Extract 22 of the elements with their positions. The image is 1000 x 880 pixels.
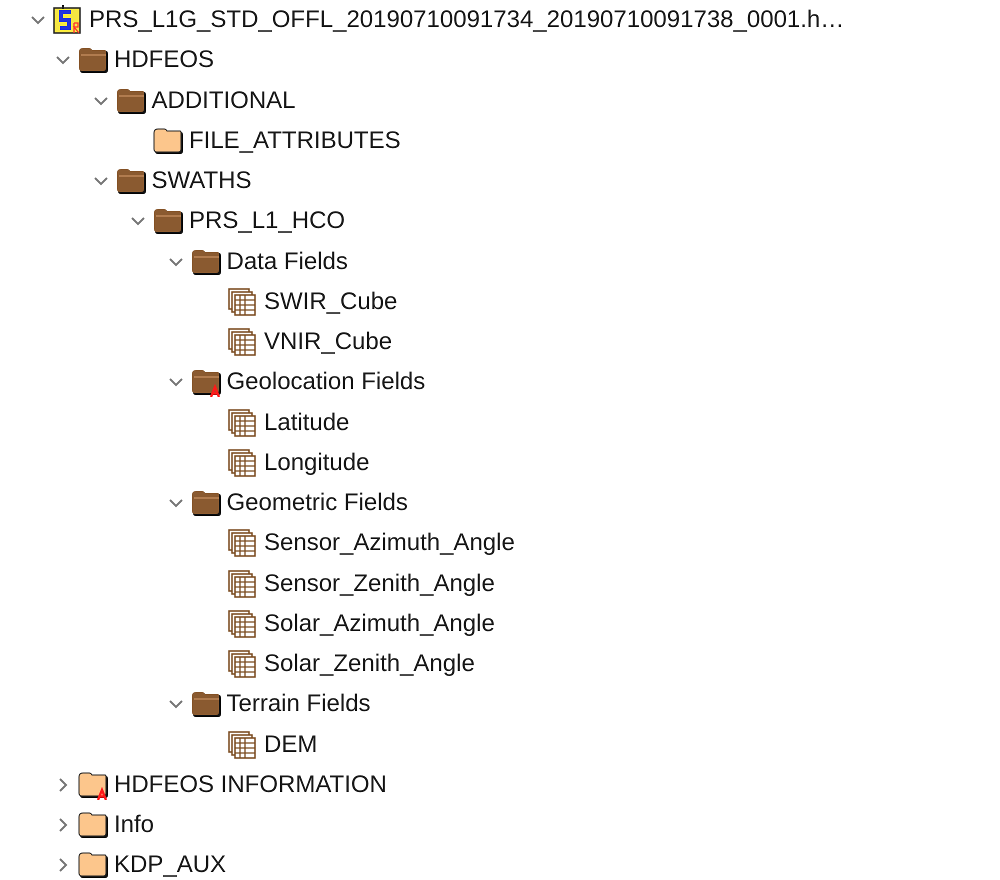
node-label[interactable]: Info: [114, 811, 154, 840]
node-label[interactable]: SWIR_Cube: [264, 288, 398, 316]
node-label[interactable]: FILE_ATTRIBUTES: [189, 126, 401, 155]
node-label[interactable]: Geometric Fields: [226, 489, 408, 518]
node-label[interactable]: Data Fields: [226, 248, 348, 276]
node-label[interactable]: Sensor_Zenith_Angle: [264, 570, 495, 598]
node-label[interactable]: DEM: [264, 730, 318, 759]
node-label[interactable]: PRS_L1G_STD_OFFL_20190710091734_20190710091738_0001.h…: [89, 6, 844, 34]
node-label[interactable]: Geolocation Fields: [226, 368, 426, 396]
node-label[interactable]: Longitude: [264, 448, 370, 477]
node-label[interactable]: Solar_Zenith_Angle: [264, 650, 475, 678]
node-label[interactable]: Terrain Fields: [226, 690, 371, 718]
node-label[interactable]: VNIR_Cube: [264, 328, 392, 356]
node-label[interactable]: Solar_Azimuth_Angle: [264, 610, 495, 638]
node-label[interactable]: ADDITIONAL: [152, 86, 296, 115]
node-label[interactable]: PRS_L1_HCO: [189, 207, 346, 236]
node-label[interactable]: Latitude: [264, 408, 350, 437]
node-label[interactable]: HDFEOS INFORMATION: [114, 770, 387, 799]
node-label[interactable]: HDFEOS: [114, 46, 214, 74]
node-label[interactable]: KDP_AUX: [114, 851, 226, 880]
node-label[interactable]: SWATHS: [152, 167, 252, 196]
node-label[interactable]: Sensor_Azimuth_Angle: [264, 529, 515, 558]
